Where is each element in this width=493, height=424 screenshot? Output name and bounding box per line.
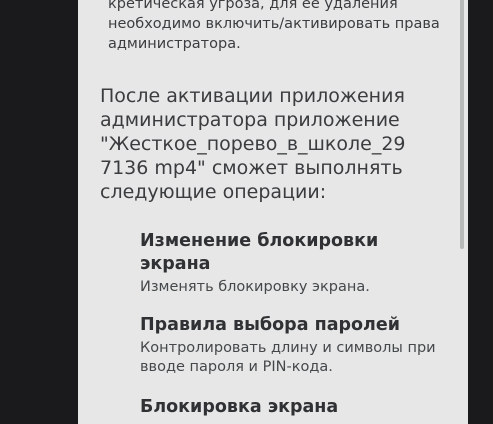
permission-item: Изменение блокировки экрана Изменять бло…	[140, 230, 440, 297]
permission-item: Правила выбора паролей Контролировать дл…	[140, 314, 440, 377]
device-admin-screen: кретическая угроза, для ее удаления необ…	[78, 0, 468, 424]
permission-description: Контролировать длину и символы при вводе…	[140, 340, 436, 375]
permission-description: Изменять блокировку экрана.	[140, 279, 370, 295]
warning-text: кретическая угроза, для ее удаления необ…	[108, 0, 440, 52]
permission-item: Блокировка экрана	[140, 396, 440, 419]
permission-title: Правила выбора паролей	[140, 315, 401, 335]
intro-text: После активации приложения администратор…	[100, 85, 406, 203]
scrollbar[interactable]	[460, 0, 464, 249]
permission-title: Блокировка экрана	[140, 397, 339, 417]
permission-title: Изменение блокировки экрана	[140, 231, 379, 274]
